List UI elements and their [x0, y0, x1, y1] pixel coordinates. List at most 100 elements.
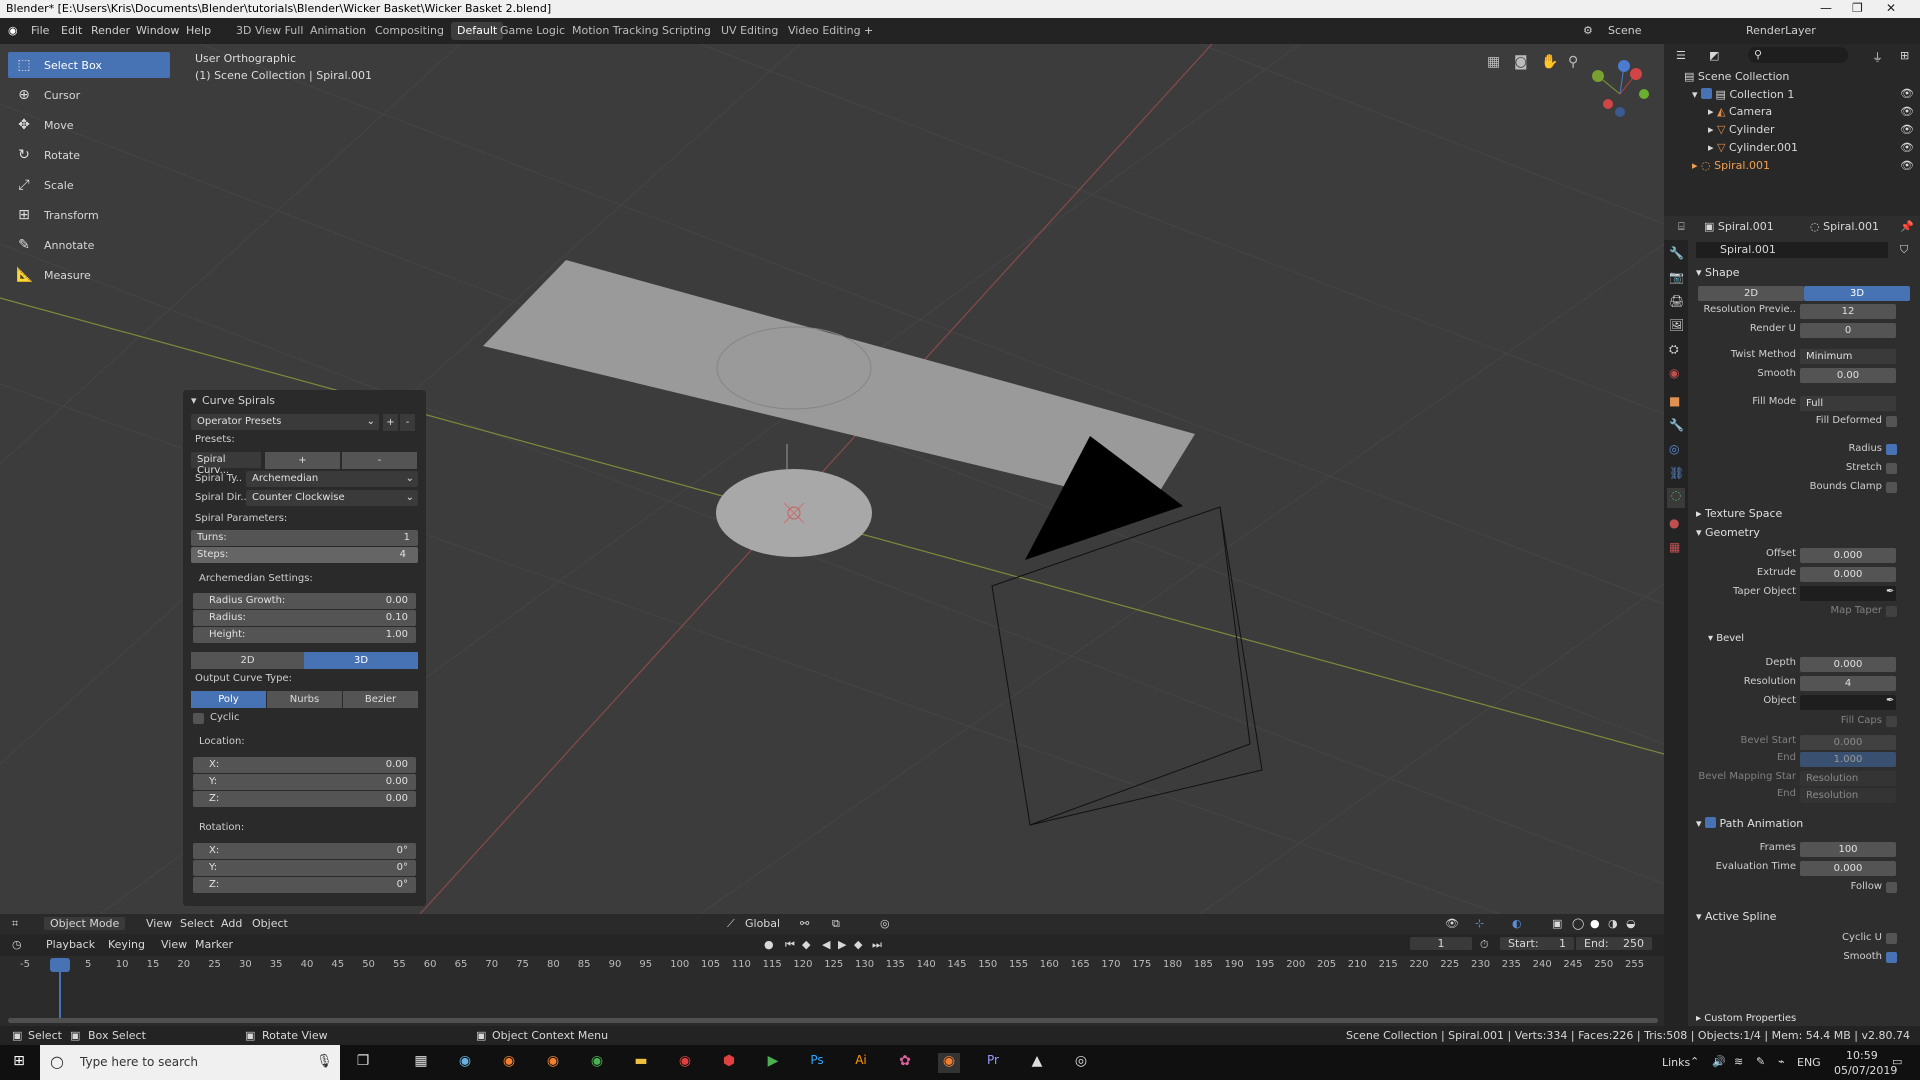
end-frame-field[interactable]: End: 250: [1576, 937, 1652, 950]
type-nurbs-button[interactable]: Nurbs: [267, 691, 342, 708]
eyedropper-icon[interactable]: ✒: [1886, 586, 1894, 597]
resolution-preview-field[interactable]: 12: [1800, 304, 1896, 319]
clock-time[interactable]: 10:59: [1846, 1049, 1878, 1062]
view-menu[interactable]: View: [146, 917, 172, 930]
curve-data-tab-icon[interactable]: ◌: [1667, 488, 1685, 508]
photoshop-app-icon[interactable]: Ps: [806, 1053, 828, 1073]
rotation-y-field[interactable]: Y: 0°: [193, 860, 416, 876]
outliner-editor-icon[interactable]: ☰: [1676, 49, 1686, 62]
app-icon-green[interactable]: ▶: [762, 1053, 784, 1073]
xray-icon[interactable]: ▣: [1552, 917, 1562, 930]
maximize-icon[interactable]: ❐: [1852, 1, 1863, 15]
tray-chevron-icon[interactable]: ⌃: [1690, 1055, 1699, 1068]
blender-app-icon-2[interactable]: ◉: [542, 1053, 564, 1073]
network-icon[interactable]: ⌁: [1778, 1055, 1785, 1068]
bevel-start-field[interactable]: 0.000: [1800, 735, 1896, 750]
blender-app-active-icon[interactable]: ◉: [938, 1053, 960, 1073]
smooth-field[interactable]: 0.00: [1800, 368, 1896, 383]
tab-scripting[interactable]: Scripting: [656, 22, 717, 40]
app-icon-red-2[interactable]: ⬢: [718, 1053, 740, 1073]
taper-object-field[interactable]: [1800, 586, 1896, 601]
render-tab-icon[interactable]: 📷: [1669, 270, 1684, 284]
eye-icon[interactable]: 👁: [1900, 141, 1914, 154]
app-icon-red[interactable]: ◉: [674, 1053, 696, 1073]
editor-type-icon[interactable]: ⌗: [12, 917, 18, 931]
material-tab-icon[interactable]: ●: [1669, 516, 1679, 530]
volume-icon[interactable]: 🔊: [1712, 1055, 1726, 1068]
outliner-root[interactable]: ▤ Scene Collection: [1684, 70, 1789, 83]
operator-presets-dropdown[interactable]: Operator Presets ⌄: [191, 414, 379, 430]
extrude-field[interactable]: 0.000: [1800, 567, 1896, 582]
spline-smooth-checkbox[interactable]: [1886, 952, 1897, 963]
stopwatch-icon[interactable]: ⏱: [1480, 938, 1489, 952]
windows-start-icon[interactable]: ⊞: [8, 1053, 30, 1073]
menu-render[interactable]: Render: [91, 24, 130, 37]
eye-icon[interactable]: 👁: [1900, 87, 1914, 100]
bevel-end-field[interactable]: 1.000: [1800, 752, 1896, 767]
proportional-edit-icon[interactable]: ◎: [880, 917, 890, 930]
app-icon-1[interactable]: ◉: [454, 1053, 476, 1073]
menu-help[interactable]: Help: [186, 24, 211, 37]
frames-field[interactable]: 100: [1800, 842, 1896, 857]
prev-keyframe-icon[interactable]: ◆: [802, 938, 810, 951]
play-reverse-icon[interactable]: ◀: [822, 938, 830, 951]
tool-transform[interactable]: ⊞ Transform: [8, 202, 170, 228]
outliner-item-spiral-001[interactable]: ▸ ◌ Spiral.001: [1692, 159, 1770, 172]
spiral-preset-add-button[interactable]: +: [265, 452, 340, 469]
fill-mode-dropdown[interactable]: Full: [1800, 396, 1896, 411]
world-tab-icon[interactable]: ◉: [1669, 366, 1679, 380]
shading-wireframe-icon[interactable]: ◯: [1572, 917, 1584, 930]
visibility-icon[interactable]: 👁: [1445, 917, 1459, 930]
properties-editor-icon[interactable]: ⌸: [1678, 220, 1685, 234]
fake-user-icon[interactable]: ⛉: [1900, 243, 1908, 257]
outliner-search-input[interactable]: ⚲: [1748, 47, 1848, 63]
tool-select-box[interactable]: ⬚ Select Box: [8, 52, 170, 78]
links-toolbar[interactable]: Links: [1662, 1056, 1690, 1069]
chrome-app-icon[interactable]: ◉: [586, 1053, 608, 1073]
rotation-x-field[interactable]: X: 0°: [193, 843, 416, 859]
cyclic-checkbox[interactable]: [193, 713, 204, 724]
height-field[interactable]: Height: 1.00: [193, 627, 416, 643]
object-menu[interactable]: Object: [252, 917, 288, 930]
eye-icon[interactable]: 👁: [1900, 159, 1914, 172]
bevel-mapping-dropdown[interactable]: Resolution: [1800, 771, 1896, 786]
shading-material-icon[interactable]: ◑: [1608, 917, 1618, 930]
outliner-item-camera[interactable]: ▸ ◭ Camera: [1708, 105, 1772, 118]
zoom-icon[interactable]: ⚲: [1568, 54, 1578, 70]
scene-name[interactable]: Scene: [1608, 24, 1642, 37]
add-workspace-icon[interactable]: +: [864, 24, 873, 37]
dim-3d-button[interactable]: 3D: [304, 652, 418, 669]
tab-uv-editing[interactable]: UV Editing: [715, 22, 784, 40]
section-custom-properties[interactable]: ▸ Custom Properties: [1696, 1013, 1796, 1024]
path-animation-checkbox[interactable]: [1705, 817, 1717, 828]
radius-growth-field[interactable]: Radius Growth: 0.00: [193, 593, 416, 609]
blender-logo-icon[interactable]: ◉: [8, 24, 18, 37]
current-frame-field[interactable]: 1: [1410, 937, 1472, 950]
app-icon-circle[interactable]: ◎: [1070, 1053, 1092, 1073]
orientation-dropdown[interactable]: Global: [745, 917, 780, 930]
overlay-toggle-icon[interactable]: ◐: [1512, 917, 1522, 930]
tool-measure[interactable]: 📐 Measure: [8, 262, 170, 288]
marker-menu[interactable]: Marker: [195, 938, 233, 951]
tab-video-editing[interactable]: Video Editing: [782, 22, 867, 40]
location-y-field[interactable]: Y: 0.00: [193, 774, 416, 790]
tool-move[interactable]: ✥ Move: [8, 112, 170, 138]
section-path-animation[interactable]: ▾ Path Animation: [1696, 816, 1803, 830]
tab-motion-tracking[interactable]: Motion Tracking: [566, 22, 665, 40]
wifi-icon[interactable]: ≋: [1734, 1055, 1743, 1068]
section-bevel[interactable]: ▾ Bevel: [1708, 633, 1744, 644]
tool-annotate[interactable]: ✎ Annotate: [8, 232, 170, 258]
output-tab-icon[interactable]: 🖨: [1669, 294, 1684, 308]
play-icon[interactable]: ▶: [838, 938, 846, 951]
texture-tab-icon[interactable]: ▦: [1669, 540, 1680, 554]
gizmo-toggle-icon[interactable]: ⊹: [1475, 917, 1484, 930]
section-geometry[interactable]: ▾ Geometry: [1696, 526, 1760, 539]
shading-rendered-icon[interactable]: ◒: [1626, 917, 1636, 930]
tool-scale[interactable]: ⤢ Scale: [8, 172, 170, 198]
remove-preset-button[interactable]: -: [400, 414, 415, 431]
modifier-tab-icon[interactable]: 🔧: [1669, 418, 1684, 432]
task-view-icon[interactable]: ❐: [352, 1053, 374, 1073]
timeline-ruler[interactable]: -515101520253035404550556065707580859095…: [0, 956, 1664, 976]
bevel-object-field[interactable]: [1800, 695, 1896, 710]
radius-checkbox[interactable]: [1886, 444, 1897, 455]
